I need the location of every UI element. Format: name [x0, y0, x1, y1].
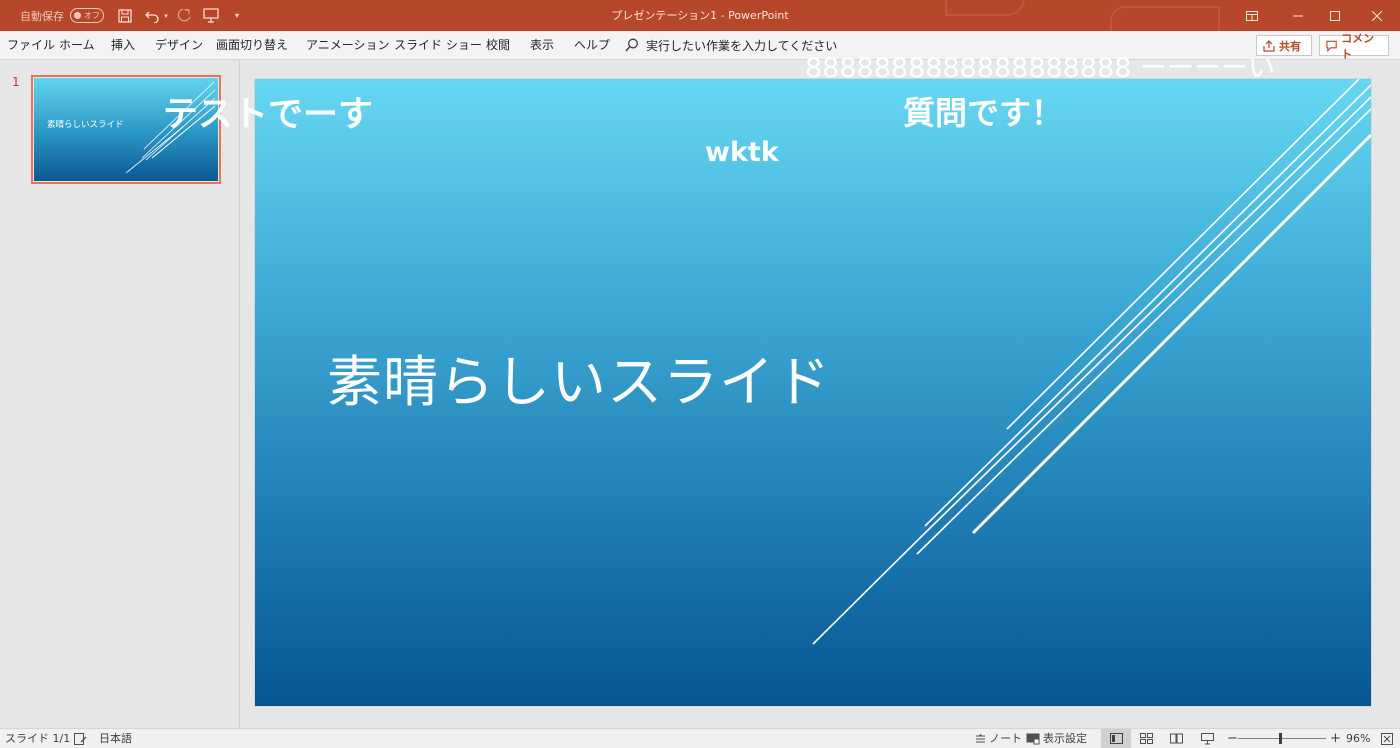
slide-thumbnail-title: 素晴らしいスライド — [47, 120, 124, 130]
slide-subtitle-text[interactable]: wktk — [705, 137, 779, 168]
normal-view-icon[interactable] — [1101, 729, 1131, 748]
slide-title[interactable]: 素晴らしいスライド — [327, 337, 831, 417]
slide-canvas[interactable]: wktk 素晴らしいスライド — [255, 79, 1371, 706]
tab-animations[interactable]: アニメーション — [306, 31, 390, 59]
tab-transitions[interactable]: 画面切り替え — [216, 31, 288, 59]
language-indicator[interactable]: 日本語 — [99, 729, 132, 748]
accessibility-icon[interactable] — [74, 729, 87, 748]
tab-help[interactable]: ヘルプ — [574, 31, 610, 59]
autosave-toggle[interactable]: オフ — [70, 8, 104, 23]
autosave-state: オフ — [84, 11, 100, 20]
slide-counter: スライド 1/1 — [5, 732, 71, 745]
zoom-in-button[interactable]: + — [1330, 729, 1341, 748]
undo-dropdown-icon[interactable]: ▾ — [162, 0, 170, 31]
toggle-knob — [74, 12, 81, 19]
notes-label: ノート — [989, 732, 1022, 745]
tab-slide-show[interactable]: スライド ショー — [394, 31, 482, 59]
notes-button[interactable]: ノート — [975, 729, 1022, 748]
search-icon — [625, 38, 638, 52]
zoom-out-button[interactable]: − — [1227, 729, 1238, 748]
overlay-text-question[interactable]: 質問です！ — [903, 88, 1063, 134]
maximize-icon[interactable] — [1312, 0, 1358, 31]
redo-icon[interactable] — [172, 0, 196, 31]
ribbon-display-icon[interactable] — [1229, 0, 1275, 31]
notes-icon — [976, 733, 985, 742]
display-settings-label: 表示設定 — [1043, 732, 1087, 745]
slide-sorter-icon[interactable] — [1140, 729, 1153, 748]
tab-review[interactable]: 校閲 — [486, 31, 510, 59]
present-from-start-icon[interactable] — [199, 0, 223, 31]
save-icon[interactable] — [113, 0, 137, 31]
overlay-text-test[interactable]: テストでーす — [163, 86, 373, 137]
overlay-text-eights[interactable]: 8888888888888888888 ーーーーい — [805, 46, 1275, 85]
tab-insert[interactable]: 挿入 — [111, 31, 135, 59]
title-bar: 自動保存 オフ ▾ ▾ プレゼンテーション1 - PowerPoint — [0, 0, 1400, 31]
tab-home[interactable]: ホーム — [59, 31, 95, 59]
zoom-level[interactable]: 96% — [1346, 729, 1370, 748]
display-settings-icon — [1026, 733, 1040, 744]
title-bar-decoration — [945, 0, 1025, 16]
comments-button[interactable]: コメント — [1319, 32, 1389, 61]
close-icon[interactable] — [1354, 0, 1400, 31]
tab-file[interactable]: ファイル — [7, 31, 55, 59]
slide-thumbnail-number: 1 — [12, 75, 20, 89]
comments-label: コメント — [1341, 31, 1375, 61]
fit-to-window-icon[interactable] — [1381, 729, 1393, 748]
tab-view[interactable]: 表示 — [530, 31, 554, 59]
share-label: 共有 — [1279, 39, 1301, 53]
customize-toolbar-icon[interactable]: ▾ — [230, 0, 244, 31]
status-bar: スライド 1/1 日本語 ノート 表示設定 − + 96% — [0, 728, 1400, 748]
display-settings-button[interactable]: 表示設定 — [1026, 729, 1087, 748]
reading-view-icon[interactable] — [1170, 729, 1183, 748]
slide-show-view-icon[interactable] — [1201, 729, 1214, 748]
comment-icon — [1326, 40, 1337, 52]
title-bar-decoration — [1110, 6, 1220, 31]
slide-thumbnail-pane: 1 素晴らしいスライド — [0, 60, 240, 728]
tab-design[interactable]: デザイン — [155, 31, 203, 59]
autosave-label: 自動保存 — [20, 9, 64, 23]
zoom-slider-thumb[interactable] — [1279, 733, 1283, 744]
